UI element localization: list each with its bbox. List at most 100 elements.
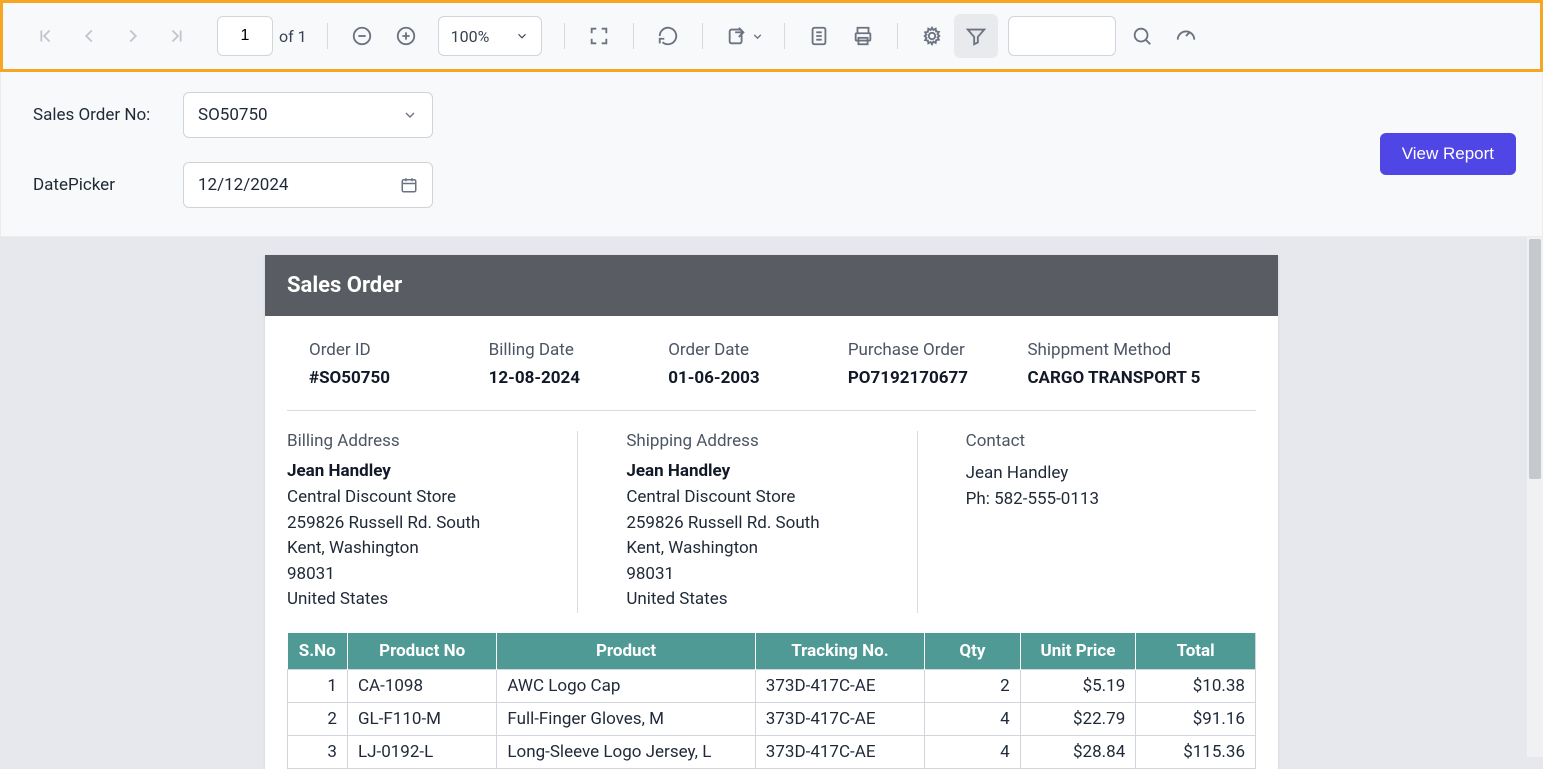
- billing-line: Kent, Washington: [287, 536, 547, 562]
- order-date-value: 01-06-2003: [668, 368, 848, 388]
- report-toolbar: of 1 100%: [0, 0, 1543, 72]
- minus-circle-icon: [351, 25, 373, 47]
- billing-line: United States: [287, 587, 547, 613]
- table-row: 1CA-1098AWC Logo Cap373D-417C-AE2$5.19$1…: [288, 669, 1256, 702]
- sales-order-dropdown[interactable]: SO50750: [183, 92, 433, 138]
- billing-address-title: Billing Address: [287, 431, 547, 451]
- scrollbar-thumb[interactable]: [1529, 239, 1541, 479]
- contact-name: Jean Handley: [966, 461, 1226, 487]
- table-row: 2GL-F110-MFull-Finger Gloves, M373D-417C…: [288, 702, 1256, 735]
- sales-order-value: SO50750: [198, 105, 268, 125]
- page-setup-button[interactable]: [797, 14, 841, 58]
- shipping-name: Jean Handley: [626, 461, 886, 481]
- col-tracking: Tracking No.: [755, 633, 924, 670]
- report-page: Sales Order Order ID #SO50750 Billing Da…: [265, 255, 1278, 769]
- cell-tracking: 373D-417C-AE: [755, 669, 924, 702]
- filter-button[interactable]: [954, 14, 998, 58]
- cell-total: $115.36: [1136, 735, 1256, 768]
- fullscreen-button[interactable]: [577, 14, 621, 58]
- billing-date-label: Billing Date: [489, 340, 669, 360]
- export-icon: [726, 25, 748, 47]
- chevron-down-icon: [751, 30, 764, 43]
- gear-refresh-icon: [921, 25, 943, 47]
- cell-product: Full-Finger Gloves, M: [497, 702, 755, 735]
- summary-row: Order ID #SO50750 Billing Date 12-08-202…: [287, 316, 1256, 411]
- search-button[interactable]: [1120, 14, 1164, 58]
- cell-product-no: CA-1098: [347, 669, 496, 702]
- table-row: 3LJ-0192-LLong-Sleeve Logo Jersey, L373D…: [288, 735, 1256, 768]
- contact-phone: Ph: 582-555-0113: [966, 487, 1226, 513]
- report-canvas: Sales Order Order ID #SO50750 Billing Da…: [0, 237, 1543, 769]
- cell-unit-price: $22.79: [1020, 702, 1136, 735]
- cell-total: $91.16: [1136, 702, 1256, 735]
- separator: [897, 23, 898, 49]
- cell-qty: 4: [925, 735, 1021, 768]
- chevron-down-icon: [515, 29, 529, 43]
- billing-date-value: 12-08-2024: [489, 368, 669, 388]
- date-picker[interactable]: 12/12/2024: [183, 162, 433, 208]
- search-input[interactable]: [1008, 16, 1116, 56]
- print-button[interactable]: [841, 14, 885, 58]
- separator: [633, 23, 634, 49]
- chevron-down-icon: [402, 107, 418, 123]
- separator: [784, 23, 785, 49]
- billing-line: 259826 Russell Rd. South: [287, 511, 547, 537]
- cell-product-no: LJ-0192-L: [347, 735, 496, 768]
- cell-unit-price: $28.84: [1020, 735, 1136, 768]
- calendar-icon: [400, 176, 418, 194]
- items-table: S.No Product No Product Tracking No. Qty…: [287, 633, 1256, 769]
- zoom-select[interactable]: 100%: [438, 16, 542, 56]
- sales-order-label: Sales Order No:: [33, 105, 183, 125]
- performance-button[interactable]: [1164, 14, 1208, 58]
- cell-qty: 4: [925, 702, 1021, 735]
- billing-name: Jean Handley: [287, 461, 547, 481]
- chevron-right-icon: [122, 25, 144, 47]
- col-total: Total: [1136, 633, 1256, 670]
- ship-method-label: Shippment Method: [1027, 340, 1234, 360]
- refresh-button[interactable]: [646, 14, 690, 58]
- zoom-in-button[interactable]: [384, 14, 428, 58]
- next-page-button[interactable]: [111, 14, 155, 58]
- col-product: Product: [497, 633, 755, 670]
- date-label: DatePicker: [33, 175, 183, 195]
- separator: [327, 23, 328, 49]
- parameters-panel: Sales Order No: SO50750 DatePicker 12/12…: [0, 72, 1543, 237]
- first-page-button[interactable]: [23, 14, 67, 58]
- report-title: Sales Order: [265, 255, 1278, 316]
- po-value: PO7192170677: [848, 368, 1028, 388]
- view-report-button[interactable]: View Report: [1380, 133, 1516, 175]
- zoom-out-button[interactable]: [340, 14, 384, 58]
- order-id-value: #SO50750: [309, 368, 489, 388]
- last-page-icon: [166, 25, 188, 47]
- cell-product-no: GL-F110-M: [347, 702, 496, 735]
- last-page-button[interactable]: [155, 14, 199, 58]
- gauge-icon: [1175, 25, 1197, 47]
- prev-page-button[interactable]: [67, 14, 111, 58]
- cell-tracking: 373D-417C-AE: [755, 702, 924, 735]
- search-icon: [1131, 25, 1153, 47]
- contact-title: Contact: [966, 431, 1226, 451]
- shipping-address-title: Shipping Address: [626, 431, 886, 451]
- order-id-label: Order ID: [309, 340, 489, 360]
- first-page-icon: [34, 25, 56, 47]
- parameters-button[interactable]: [910, 14, 954, 58]
- cell-tracking: 373D-417C-AE: [755, 735, 924, 768]
- cell-sno: 1: [288, 669, 348, 702]
- shipping-line: Kent, Washington: [626, 536, 886, 562]
- cell-sno: 3: [288, 735, 348, 768]
- address-row: Billing Address Jean Handley Central Dis…: [287, 411, 1256, 633]
- shipping-line: Central Discount Store: [626, 485, 886, 511]
- plus-circle-icon: [395, 25, 417, 47]
- date-value: 12/12/2024: [198, 175, 288, 195]
- col-qty: Qty: [925, 633, 1021, 670]
- billing-line: 98031: [287, 562, 547, 588]
- cell-unit-price: $5.19: [1020, 669, 1136, 702]
- page-number-input[interactable]: [217, 16, 273, 56]
- separator: [702, 23, 703, 49]
- scrollbar[interactable]: [1527, 237, 1543, 757]
- cell-product: AWC Logo Cap: [497, 669, 755, 702]
- col-product-no: Product No: [347, 633, 496, 670]
- ship-method-value: CARGO TRANSPORT 5: [1027, 368, 1234, 388]
- shipping-line: 98031: [626, 562, 886, 588]
- zoom-value: 100%: [451, 27, 490, 46]
